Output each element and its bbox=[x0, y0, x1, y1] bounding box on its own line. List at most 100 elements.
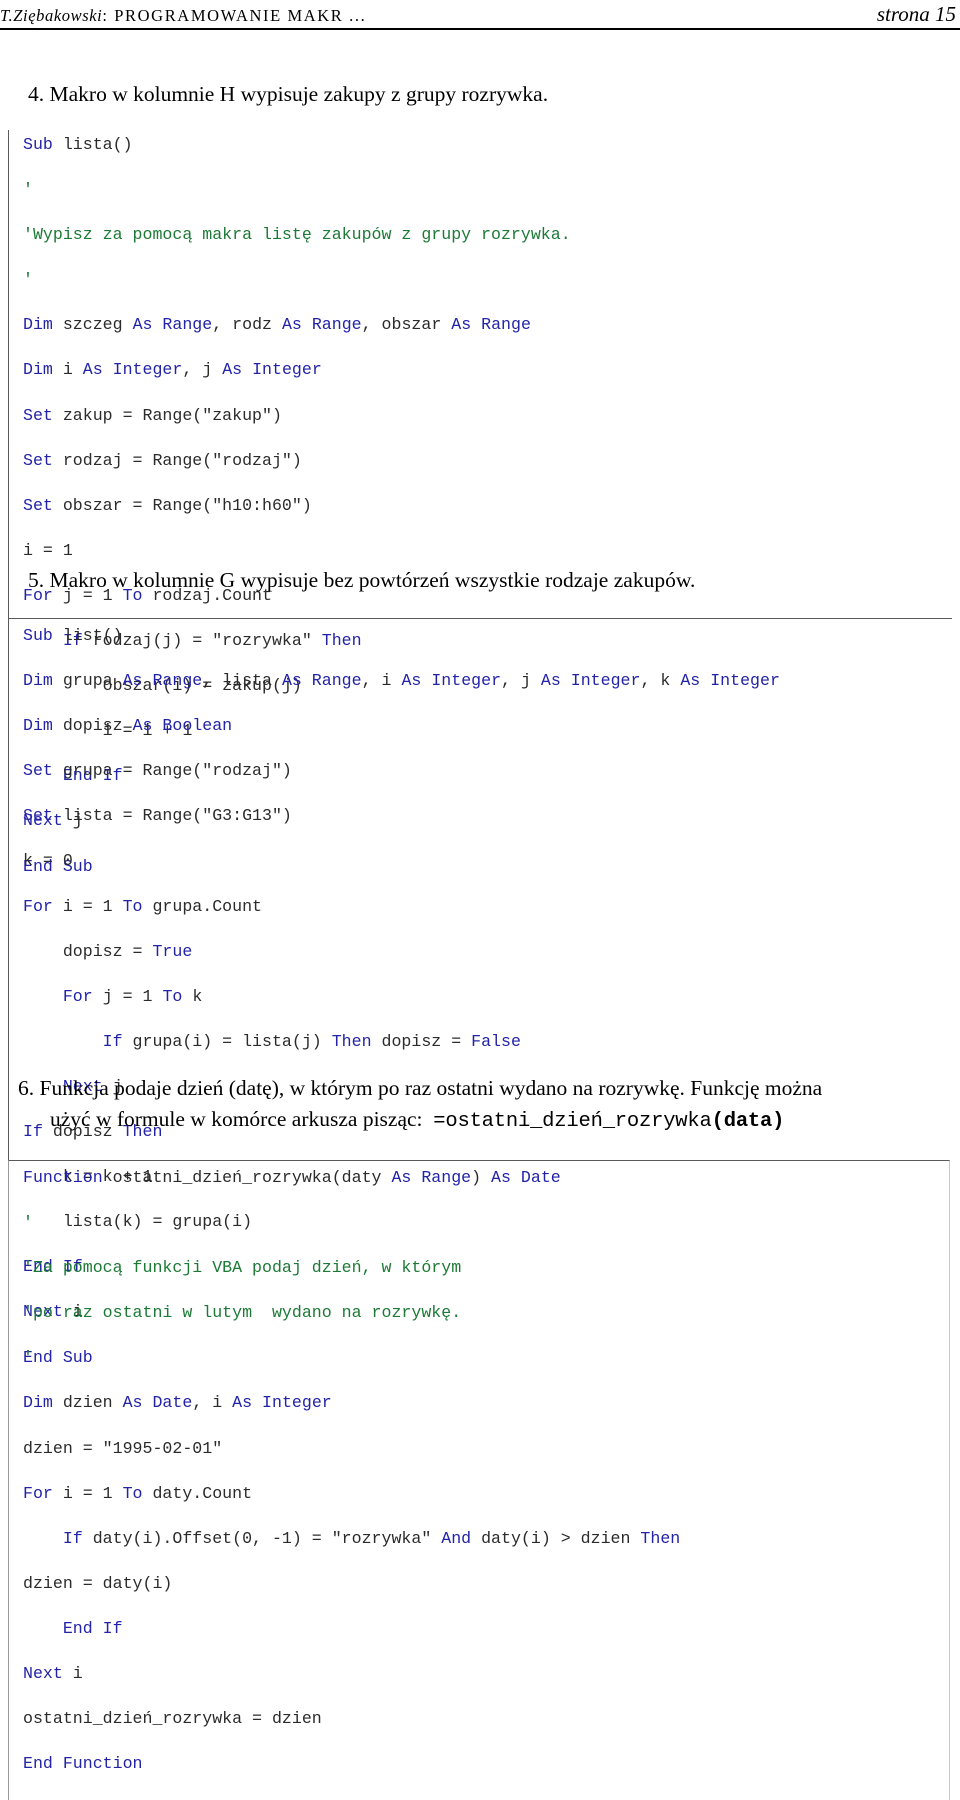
code-line: Dim i As Integer, j As Integer bbox=[23, 359, 952, 382]
code-token-kw: Dim bbox=[23, 315, 63, 335]
code-line: Sub list() bbox=[23, 625, 952, 648]
code-token-kw: Set bbox=[23, 806, 63, 826]
code-token-id: , i bbox=[361, 671, 402, 691]
code-token-kw: As Range bbox=[281, 671, 362, 691]
code-token-id: lista = Range("G3:G13") bbox=[62, 806, 292, 826]
code-token-kw: Then bbox=[331, 1031, 382, 1051]
code-line: ' bbox=[23, 179, 952, 202]
code-line: Dim dopisz As Boolean bbox=[23, 715, 952, 738]
code-token-id: obszar = Range("h10:h60") bbox=[62, 495, 312, 515]
code-token-kw: As Integer bbox=[680, 671, 780, 691]
code-token-id: daty(i).Offset(0, -1) = "rozrywka" bbox=[92, 1528, 442, 1548]
code-line: If grupa(i) = lista(j) Then dopisz = Fal… bbox=[23, 1031, 952, 1054]
code-token-id: dzien bbox=[62, 1393, 123, 1413]
code-token-kw: Set bbox=[23, 761, 63, 781]
code-line: 'Za pomocą funkcji VBA podaj dzień, w kt… bbox=[23, 1257, 949, 1280]
code-token-id: ostatni_dzień_rozrywka(daty bbox=[112, 1168, 392, 1187]
code-line: Set zakup = Range("zakup") bbox=[23, 405, 952, 428]
code-line: dzien = "1995-02-01" bbox=[23, 1438, 949, 1461]
code-line: ' bbox=[23, 1212, 949, 1235]
code-token-kw: False bbox=[471, 1031, 521, 1051]
code-token-kw: As Integer bbox=[540, 671, 641, 691]
code-line: 'Wypisz za pomocą makra listę zakupów z … bbox=[23, 224, 952, 247]
code-token-id: k = 0 bbox=[23, 851, 73, 871]
code-token-kw: For bbox=[23, 896, 63, 916]
task-6-formula: =ostatni_dzień_rozrywka(data) bbox=[433, 1110, 784, 1133]
formula-arg: (data) bbox=[711, 1109, 785, 1133]
code-token-id: , i bbox=[192, 1393, 233, 1413]
code-line: i = 1 bbox=[23, 540, 952, 563]
code-line: Set grupa = Range("rodzaj") bbox=[23, 760, 952, 783]
code-line: For i = 1 To daty.Count bbox=[23, 1483, 949, 1506]
code-token-kw: As Range bbox=[281, 315, 362, 335]
code-token-kw: End If bbox=[62, 1618, 123, 1638]
code-line: Set obszar = Range("h10:h60") bbox=[23, 495, 952, 518]
code-token-kw: As Integer bbox=[222, 360, 322, 380]
code-token-cm: ' bbox=[23, 1348, 33, 1368]
code-line: Dim dzien As Date, i As Integer bbox=[23, 1392, 949, 1415]
task-6-line-1: 6. Funkcja podaje dzień (datę), w którym… bbox=[18, 1076, 823, 1100]
code-token-id: grupa(i) = lista(j) bbox=[132, 1031, 332, 1051]
code-token-kw: As Range bbox=[132, 315, 213, 335]
formula-name: =ostatni_dzień_rozrywka bbox=[433, 1109, 712, 1133]
code-token-id: dopisz = bbox=[381, 1031, 472, 1051]
code-line: Sub lista() bbox=[23, 134, 952, 157]
code-token-kw: Dim bbox=[23, 716, 63, 736]
code-token-kw: As Integer bbox=[82, 360, 183, 380]
code-line: Next i bbox=[23, 1663, 949, 1686]
code-token-id: dopisz = bbox=[23, 941, 153, 961]
code-token-kw: Sub bbox=[23, 135, 63, 154]
code-token-kw: Function bbox=[23, 1168, 113, 1187]
code-token-kw: And bbox=[441, 1528, 482, 1548]
code-token-id: daty.Count bbox=[152, 1483, 253, 1503]
code-token-cm: 'Za pomocą funkcji VBA podaj dzień, w kt… bbox=[23, 1258, 462, 1278]
code-token-id: rodzaj = Range("rodzaj") bbox=[62, 450, 302, 470]
code-token-kw: Set bbox=[23, 405, 63, 425]
code-token-kw: End Function bbox=[23, 1754, 143, 1774]
code-line: Dim grupa As Range, lista As Range, i As… bbox=[23, 670, 952, 693]
code-token-id: grupa = Range("rodzaj") bbox=[62, 761, 292, 781]
code-token-kw: Dim bbox=[23, 671, 63, 691]
page-number-label: strona 15 bbox=[876, 2, 956, 26]
code-token-id: , j bbox=[182, 360, 223, 380]
code-token-cm: ' bbox=[23, 270, 33, 290]
code-line: If daty(i).Offset(0, -1) = "rozrywka" An… bbox=[23, 1528, 949, 1551]
task-4-paragraph: 4. Makro w kolumnie H wypisuje zakupy z … bbox=[28, 82, 549, 106]
code-line: ' bbox=[23, 269, 952, 292]
code-token-id: , lista bbox=[202, 671, 282, 691]
code-token-kw: As Boolean bbox=[132, 716, 233, 736]
code-token-kw: Dim bbox=[23, 360, 63, 380]
code-token-kw: As Integer bbox=[232, 1393, 332, 1413]
code-token-kw: Sub bbox=[23, 626, 63, 645]
code-token-id: , j bbox=[501, 671, 541, 691]
code-line: For j = 1 To k bbox=[23, 986, 952, 1009]
code-token-cm: ' bbox=[23, 180, 33, 200]
code-token-id: ostatni_dzień_rozrywka = dzien bbox=[23, 1709, 322, 1729]
code-token-id: zakup = Range("zakup") bbox=[62, 405, 282, 425]
task-6-line-2-prefix: użyć w formule w komórce arkusza pisząc: bbox=[50, 1106, 423, 1131]
code-token-id: i = 1 bbox=[23, 540, 73, 560]
code-token-id: i = 1 bbox=[62, 1483, 123, 1503]
code-token-kw: As Range bbox=[122, 671, 203, 691]
code-token-cm: ' bbox=[23, 1213, 33, 1233]
page-header: T.Ziębakowski: PROGRAMOWANIE MAKR ... st… bbox=[0, 0, 960, 30]
code-token-kw: To bbox=[162, 986, 193, 1006]
code-token-id: szczeg bbox=[62, 315, 133, 335]
code-line: 'po raz ostatni w lutym wydano na rozryw… bbox=[23, 1302, 949, 1325]
code-token-id: , obszar bbox=[361, 315, 452, 335]
code-line: For i = 1 To grupa.Count bbox=[23, 896, 952, 919]
code-token-kw: As Range bbox=[391, 1168, 472, 1187]
code-token-cm: 'Wypisz za pomocą makra listę zakupów z … bbox=[23, 225, 571, 245]
code-token-kw: True bbox=[152, 941, 193, 961]
code-token-kw: As Integer bbox=[401, 671, 502, 691]
code-block-ostatni-dzien-function: Function ostatni_dzień_rozrywka(daty As … bbox=[8, 1160, 950, 1800]
code-token-kw: As Range bbox=[451, 315, 531, 335]
code-line: Dim szczeg As Range, rodz As Range, obsz… bbox=[23, 314, 952, 337]
code-token-id: i bbox=[62, 360, 83, 380]
code-token-kw: As Date bbox=[491, 1168, 561, 1187]
code-token-id bbox=[23, 1032, 103, 1051]
code-token-id: list() bbox=[62, 626, 123, 645]
code-token-id: lista() bbox=[62, 135, 133, 154]
code-token-id bbox=[23, 1529, 63, 1548]
code-line: k = 0 bbox=[23, 850, 952, 873]
